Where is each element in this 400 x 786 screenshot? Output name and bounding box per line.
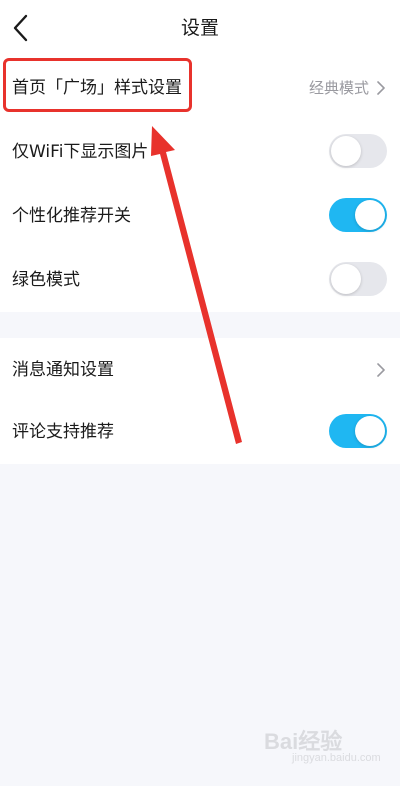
settings-group-notifications: 消息通知设置 评论支持推荐 xyxy=(0,338,400,464)
chevron-right-icon xyxy=(377,81,385,95)
settings-page: 设置 首页「广场」样式设置 经典模式 仅WiFi下显示图片 个性化推荐开关 绿色… xyxy=(0,0,400,786)
comment-recommend-toggle[interactable] xyxy=(329,414,387,448)
wifi-images-toggle[interactable] xyxy=(329,134,387,168)
green-mode-toggle[interactable] xyxy=(329,262,387,296)
row-label: 绿色模式 xyxy=(12,270,80,290)
chevron-right-icon xyxy=(377,363,385,377)
toggle-knob xyxy=(355,200,385,230)
header-bar: 设置 xyxy=(0,0,400,56)
toggle-knob xyxy=(331,264,361,294)
personalized-toggle[interactable] xyxy=(329,198,387,232)
toggle-knob xyxy=(331,136,361,166)
settings-row-comment-recommend: 评论支持推荐 xyxy=(0,400,400,464)
annotation-highlight-box xyxy=(3,58,192,112)
settings-row-wifi-images: 仅WiFi下显示图片 xyxy=(0,120,400,184)
watermark: Bai经验 jingyan.baidu.com xyxy=(264,724,381,768)
watermark-url: jingyan.baidu.com xyxy=(292,752,381,764)
row-label: 消息通知设置 xyxy=(12,360,114,380)
settings-row-notifications[interactable]: 消息通知设置 xyxy=(0,338,400,402)
settings-row-personalized: 个性化推荐开关 xyxy=(0,184,400,248)
row-label: 个性化推荐开关 xyxy=(12,206,131,226)
row-label: 评论支持推荐 xyxy=(12,422,114,442)
page-title: 设置 xyxy=(180,17,219,39)
settings-row-green-mode: 绿色模式 xyxy=(0,248,400,312)
row-value: 经典模式 xyxy=(308,79,369,97)
row-label: 仅WiFi下显示图片 xyxy=(12,142,149,162)
toggle-knob xyxy=(355,416,385,446)
